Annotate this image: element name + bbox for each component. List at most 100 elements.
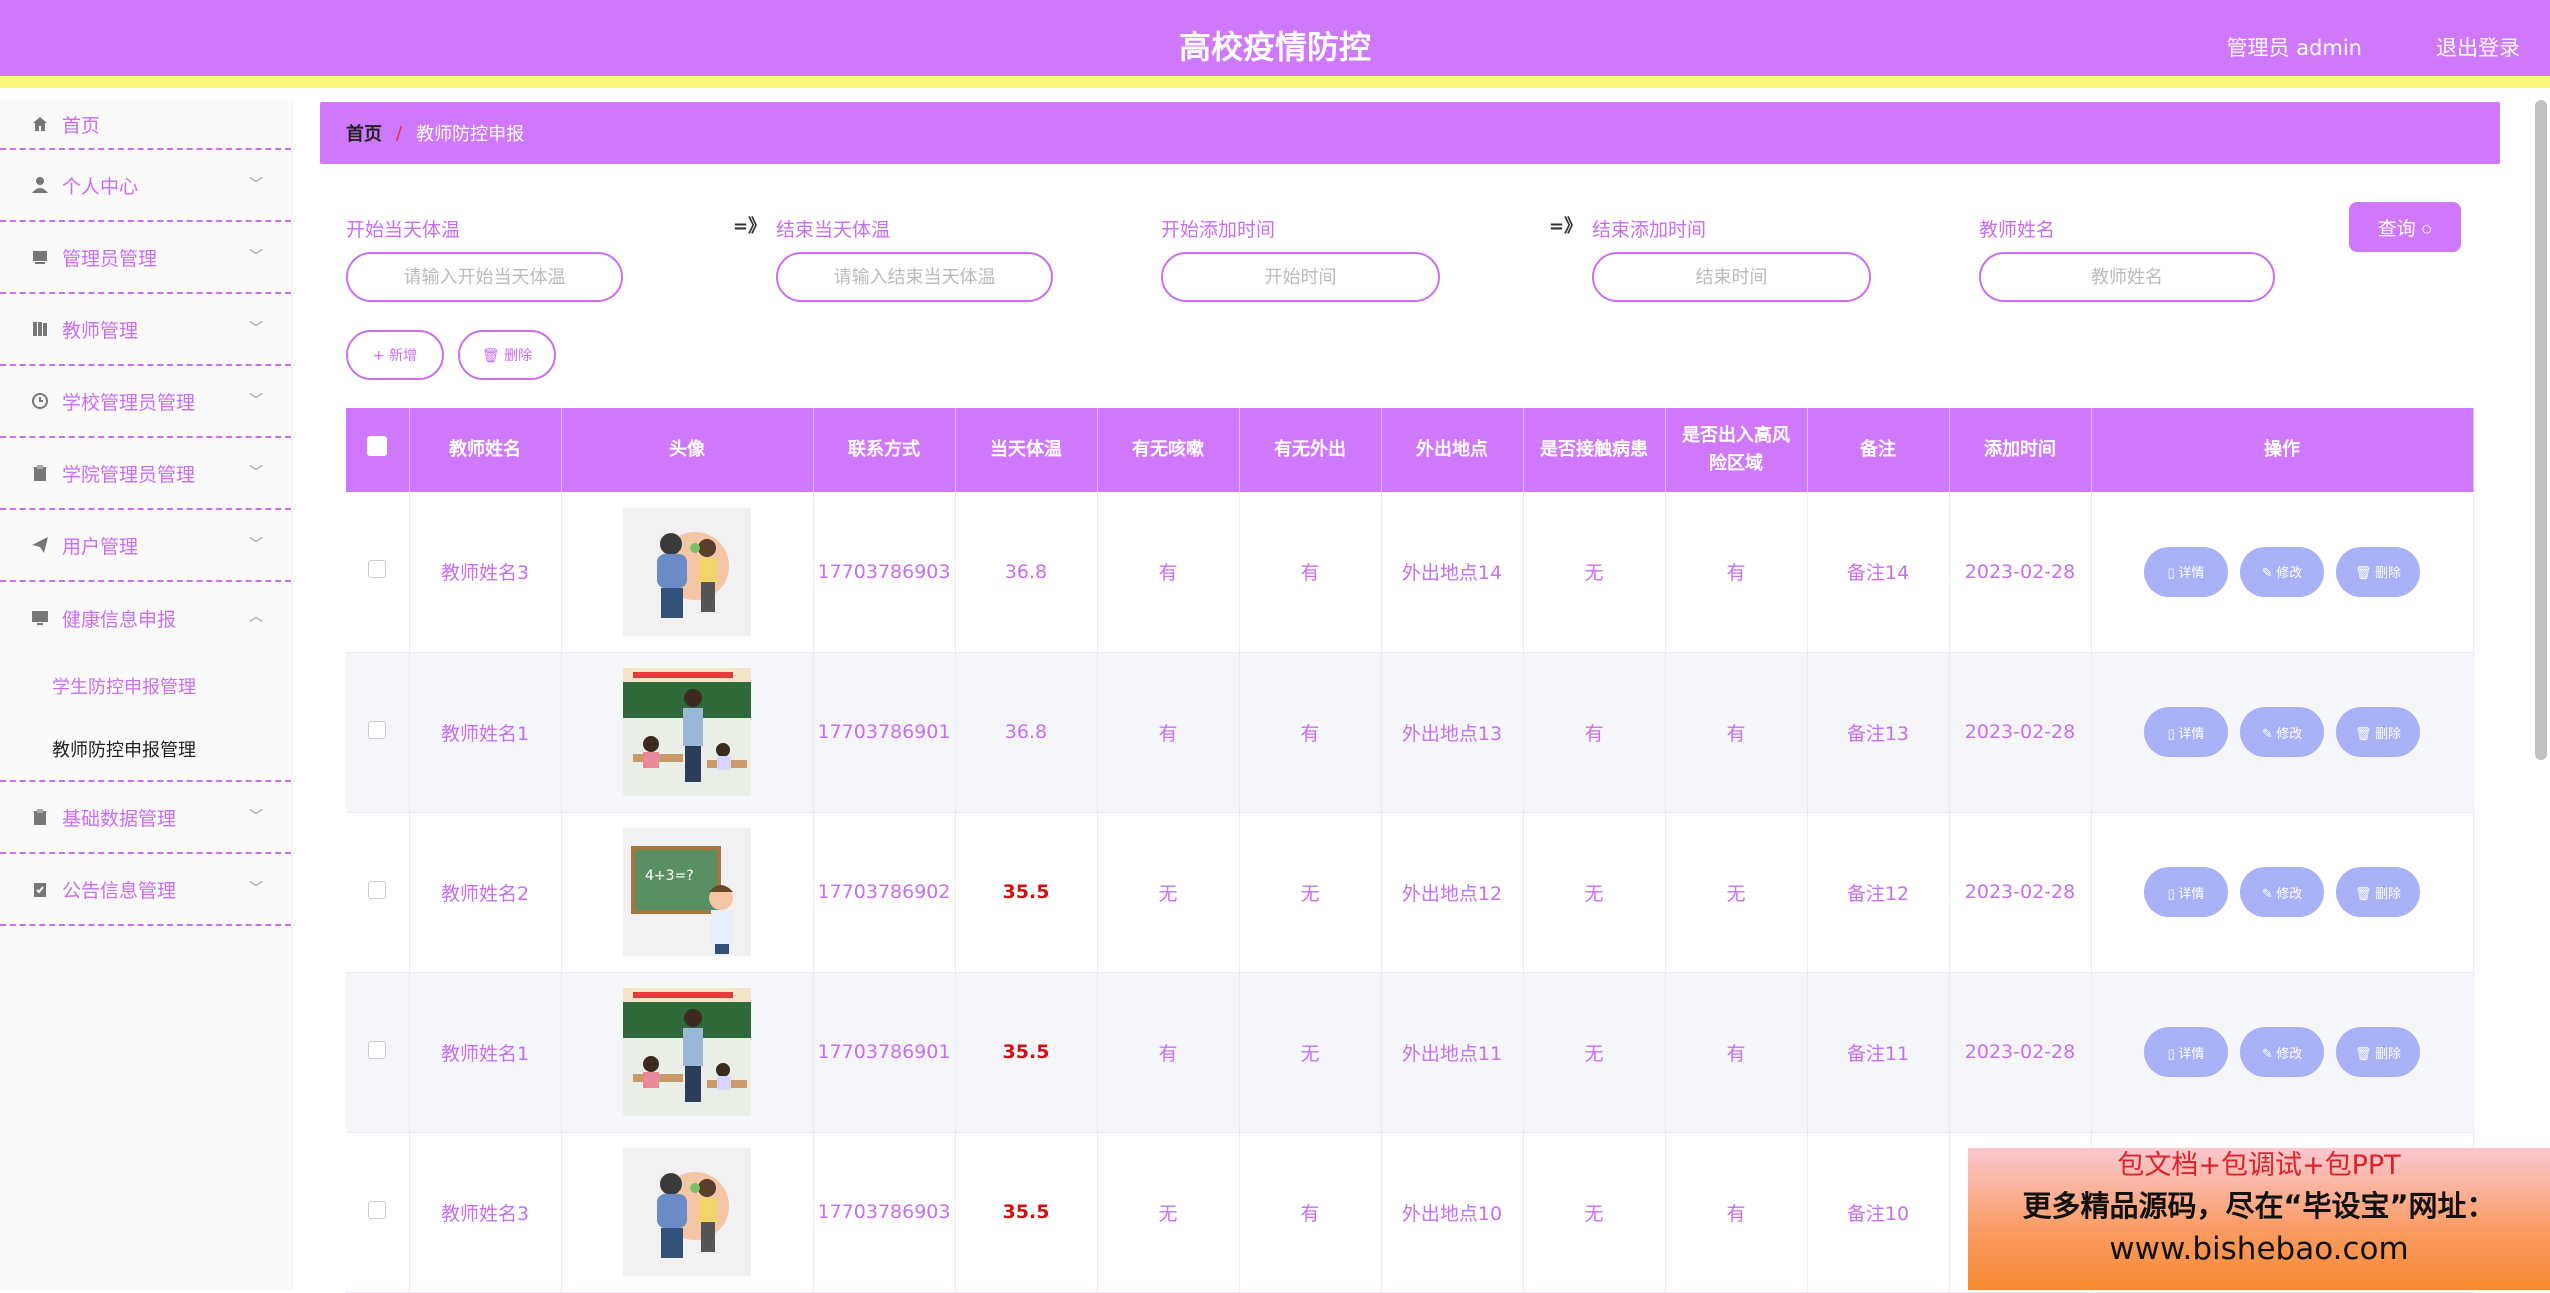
breadcrumb-current: 教师防控申报 xyxy=(416,124,525,145)
row-select-cell[interactable] xyxy=(346,492,410,653)
detail-button[interactable]: ▯ 详情 xyxy=(2144,707,2228,757)
sidebar-item-user[interactable]: 用户管理 ﹀ xyxy=(0,510,291,582)
cell-cough: 有 xyxy=(1097,972,1240,1133)
edit-button[interactable]: ✎ 修改 xyxy=(2240,546,2324,597)
admin-icon xyxy=(30,247,50,267)
ad-line-2: 更多精品源码，尽在“毕设宝”网址： xyxy=(2022,1189,2496,1223)
cell-contact: 无 xyxy=(1523,972,1666,1133)
row-select-cell[interactable] xyxy=(346,1132,410,1293)
sidebar-item-basic-data[interactable]: 基础数据管理 ﹀ xyxy=(0,782,291,854)
cell-place: 外出地点13 xyxy=(1381,652,1524,813)
vertical-scrollbar[interactable] xyxy=(2535,100,2547,760)
avatar xyxy=(623,507,751,636)
svg-text:4+3=?: 4+3=? xyxy=(645,868,694,884)
cell-place: 外出地点12 xyxy=(1381,812,1524,973)
sidebar-subitem-teacher-report[interactable]: 教师防控申报管理 xyxy=(0,717,291,780)
cell-out: 无 xyxy=(1239,812,1382,973)
sidebar-item-label: 健康信息申报 xyxy=(62,608,177,631)
cell-note: 备注13 xyxy=(1807,652,1950,813)
chevron-down-icon: ﹀ xyxy=(249,177,263,193)
row-checkbox[interactable] xyxy=(368,1200,387,1219)
detail-button[interactable]: ▯ 详情 xyxy=(2144,546,2228,597)
select-all-cell[interactable] xyxy=(346,408,410,492)
cell-actions: ▯ 详情 ✎ 修改 🗑 删除 xyxy=(2091,812,2474,973)
table-row: 教师姓名1 17703786901 35.5 有无外出地点11 无有备注11 2023-0… xyxy=(346,972,2474,1133)
sidebar-item-home[interactable]: 首页 xyxy=(0,100,291,150)
row-checkbox[interactable] xyxy=(368,720,387,739)
cell-note: 备注11 xyxy=(1807,972,1950,1133)
cell-place: 外出地点14 xyxy=(1381,492,1524,653)
clipboard-check-icon xyxy=(30,879,50,899)
row-select-cell[interactable] xyxy=(346,972,410,1133)
delete-button[interactable]: 🗑 删除 xyxy=(2336,1027,2420,1077)
sidebar-item-school-admin[interactable]: 学校管理员管理 ﹀ xyxy=(0,366,291,438)
avatar xyxy=(623,988,751,1116)
edit-button[interactable]: ✎ 修改 xyxy=(2240,707,2324,757)
table-row: 教师姓名2 4+3=? 17703786902 35.5 无无外出地点12 无无备注12 2… xyxy=(346,812,2474,973)
sidebar-subitem-student-report[interactable]: 学生防控申报管理 xyxy=(0,654,291,717)
cell-time: 2023-02-28 xyxy=(1949,652,2092,813)
cell-actions: ▯ 详情 ✎ 修改 🗑 删除 xyxy=(2091,972,2474,1133)
end-temp-label: 结束当天体温 xyxy=(776,219,891,241)
cell-avatar xyxy=(561,1132,814,1293)
cell-note: 备注12 xyxy=(1807,812,1950,973)
start-temp-label: 开始当天体温 xyxy=(346,219,461,241)
cell-risk: 无 xyxy=(1665,812,1808,973)
cell-phone: 17703786901 xyxy=(813,972,956,1133)
sidebar-item-admin[interactable]: 管理员管理 ﹀ xyxy=(0,222,291,294)
start-time-input[interactable] xyxy=(1161,252,1440,302)
cell-time: 2023-02-28 xyxy=(1949,812,2092,973)
edit-button[interactable]: ✎ 修改 xyxy=(2240,867,2324,917)
table-row: 教师姓名1 17703786901 36.8 有有外出地点13 有有备注13 2023-0… xyxy=(346,652,2474,813)
batch-delete-button[interactable]: 🗑 删除 xyxy=(458,330,556,380)
row-checkbox[interactable] xyxy=(368,1040,387,1059)
select-all-checkbox[interactable] xyxy=(367,435,388,456)
teacher-name-input[interactable] xyxy=(1979,252,2275,302)
cell-name: 教师姓名2 xyxy=(409,812,562,973)
breadcrumb-home[interactable]: 首页 xyxy=(346,120,382,146)
column-header: 当天体温 xyxy=(955,408,1098,492)
column-header: 添加时间 xyxy=(1949,408,2092,492)
row-select-cell[interactable] xyxy=(346,652,410,813)
column-header: 是否出入高风险区域 xyxy=(1665,408,1808,492)
column-header: 有无外出 xyxy=(1239,408,1382,492)
logout-link[interactable]: 退出登录 xyxy=(2436,32,2520,62)
ad-banner: 包文档+包调试+包PPT 更多精品源码，尽在“毕设宝”网址： www.bishe… xyxy=(1968,1148,2550,1290)
column-header: 是否接触病患 xyxy=(1523,408,1666,492)
health-submenu: 学生防控申报管理 教师防控申报管理 xyxy=(0,654,291,782)
end-time-input[interactable] xyxy=(1592,252,1871,302)
cell-time: 2023-02-28 xyxy=(1949,492,2092,653)
row-checkbox[interactable] xyxy=(368,560,387,579)
cell-avatar xyxy=(561,972,814,1133)
start-temp-input[interactable] xyxy=(346,252,623,302)
row-select-cell[interactable] xyxy=(346,812,410,973)
edit-button[interactable]: ✎ 修改 xyxy=(2240,1027,2324,1077)
sidebar-item-health[interactable]: 健康信息申报 ︿ xyxy=(0,582,291,654)
row-checkbox[interactable] xyxy=(368,880,387,899)
cell-temp: 35.5 xyxy=(955,972,1098,1133)
cell-actions: ▯ 详情 ✎ 修改 🗑 删除 xyxy=(2091,652,2474,813)
end-temp-input[interactable] xyxy=(776,252,1053,302)
detail-button[interactable]: ▯ 详情 xyxy=(2144,867,2228,917)
cell-out: 有 xyxy=(1239,652,1382,813)
sidebar-item-personal[interactable]: 个人中心 ﹀ xyxy=(0,150,291,222)
column-header: 操作 xyxy=(2091,408,2474,492)
delete-button[interactable]: 🗑 删除 xyxy=(2336,546,2420,597)
delete-button[interactable]: 🗑 删除 xyxy=(2336,707,2420,757)
cell-contact: 无 xyxy=(1523,492,1666,653)
sidebar-item-notice[interactable]: 公告信息管理 ﹀ xyxy=(0,854,291,926)
home-icon xyxy=(30,114,50,134)
cell-cough: 有 xyxy=(1097,492,1240,653)
sidebar-item-label: 学校管理员管理 xyxy=(62,391,196,414)
sidebar-item-college-admin[interactable]: 学院管理员管理 ﹀ xyxy=(0,438,291,510)
delete-button[interactable]: 🗑 删除 xyxy=(2336,867,2420,917)
cell-out: 有 xyxy=(1239,1132,1382,1293)
cell-phone: 17703786902 xyxy=(813,812,956,973)
detail-button[interactable]: ▯ 详情 xyxy=(2144,1027,2228,1077)
query-button[interactable]: 查询 ○ xyxy=(2349,202,2461,252)
column-header: 联系方式 xyxy=(813,408,956,492)
column-header: 有无咳嗽 xyxy=(1097,408,1240,492)
end-time-label: 结束添加时间 xyxy=(1592,219,1707,241)
sidebar-item-teacher[interactable]: 教师管理 ﹀ xyxy=(0,294,291,366)
add-button[interactable]: + 新增 xyxy=(346,330,444,380)
